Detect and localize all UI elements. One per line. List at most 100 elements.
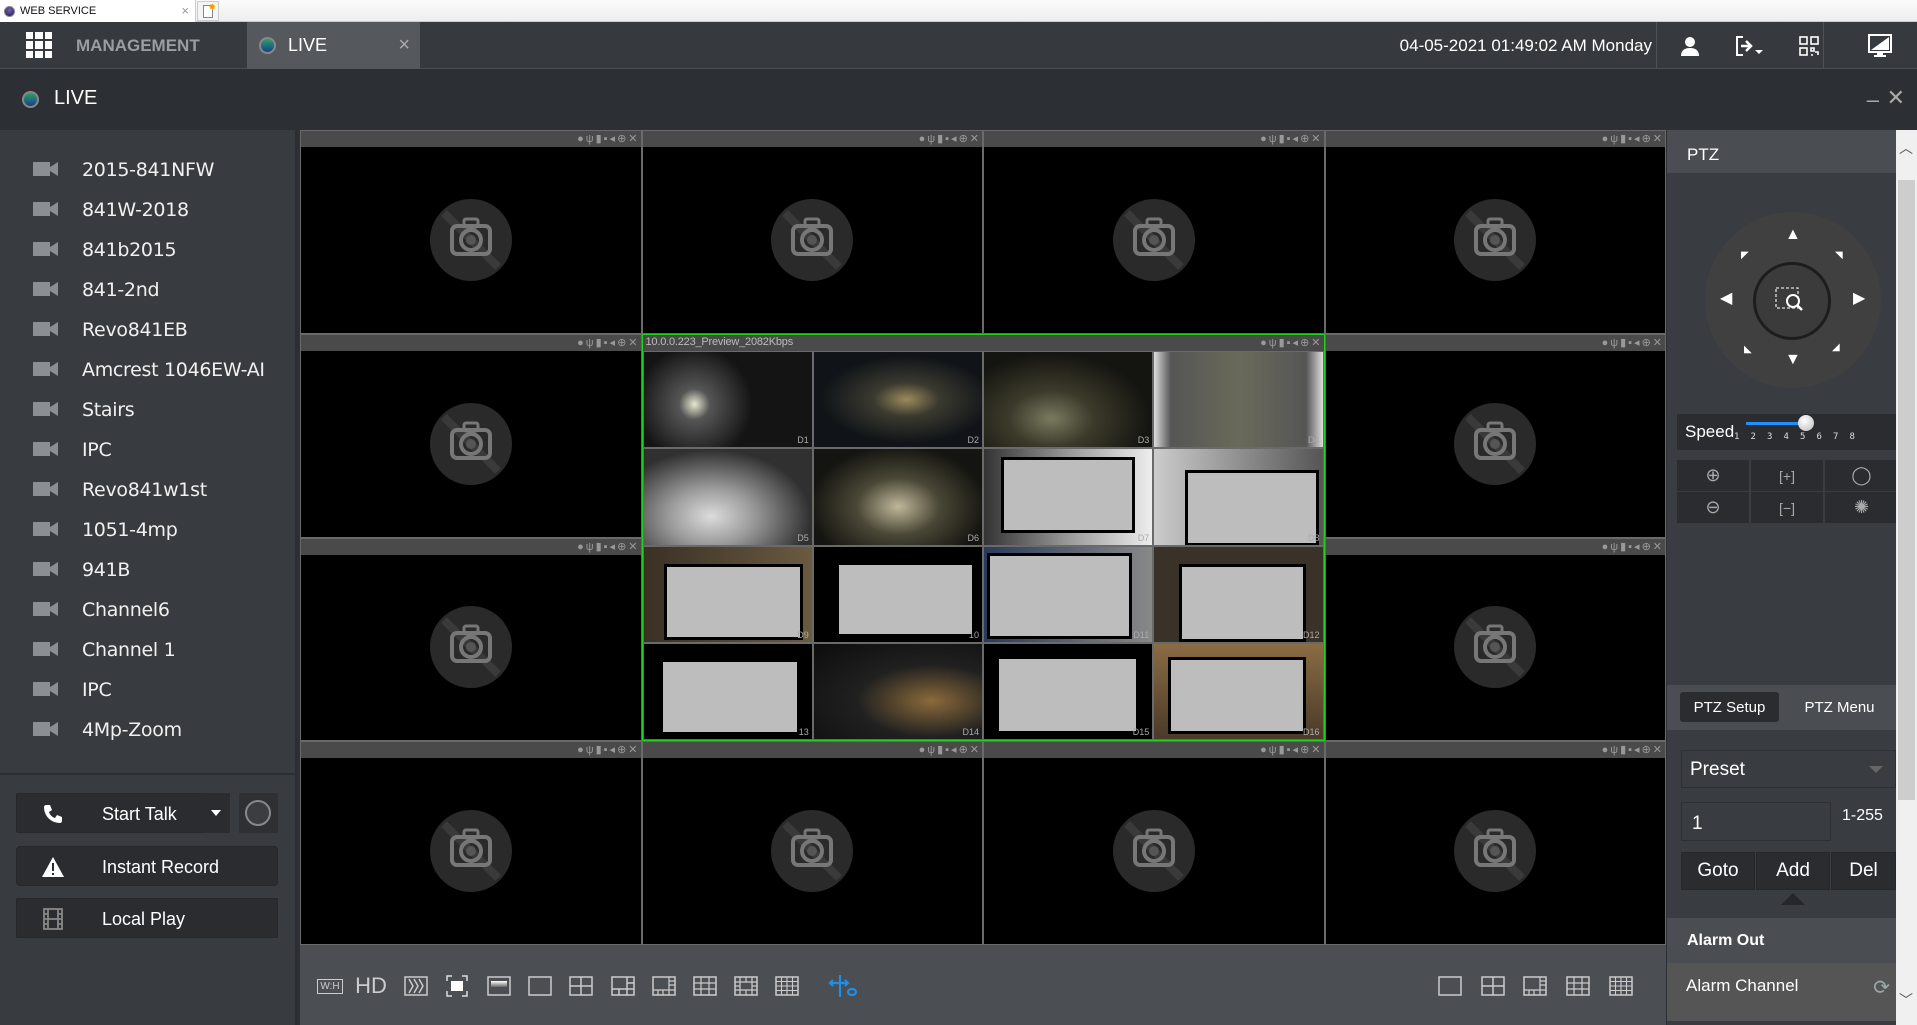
- eye-icon[interactable]: ●: [1260, 132, 1267, 146]
- close-icon[interactable]: ✕: [628, 540, 637, 554]
- split-4-button[interactable]: [569, 975, 593, 997]
- del-button[interactable]: Del: [1831, 852, 1896, 890]
- close-icon[interactable]: ✕: [628, 743, 637, 757]
- browser-tab[interactable]: WEB SERVICE ×: [0, 0, 196, 22]
- close-icon[interactable]: ✕: [970, 743, 979, 757]
- video-cell[interactable]: ● ψ ▮ ▪ ◂ ⊕ ✕: [1324, 537, 1666, 742]
- eye-icon[interactable]: ●: [577, 743, 584, 757]
- snapshot-icon[interactable]: ▪: [1628, 132, 1632, 146]
- ptz-3d-zoom-button[interactable]: [1753, 262, 1831, 340]
- right-split-1-button[interactable]: [1438, 975, 1462, 997]
- refresh-icon[interactable]: ⟳: [1873, 975, 1890, 1000]
- live-tab[interactable]: LIVE ×: [247, 22, 420, 69]
- camera-feed[interactable]: D3: [983, 350, 1154, 449]
- audio-icon[interactable]: ◂: [1293, 132, 1299, 146]
- camera-feed[interactable]: D16: [1153, 642, 1324, 741]
- camera-feed[interactable]: D15: [983, 642, 1154, 741]
- zoom-icon[interactable]: ⊕: [959, 743, 968, 757]
- snapshot-icon[interactable]: ▪: [604, 540, 608, 554]
- active-video-cell[interactable]: 10.0.0.223_Preview_2082Kbps ● ψ ▮ ▪ ◂ ⊕ ✕ D1 D2 D3…: [641, 333, 1325, 742]
- mic-icon[interactable]: ψ: [1610, 743, 1618, 757]
- close-icon[interactable]: ✕: [1653, 743, 1662, 757]
- camera-list-item[interactable]: Revo841EB: [0, 310, 295, 350]
- mic-icon[interactable]: ψ: [1269, 743, 1277, 757]
- split-16-button[interactable]: [775, 975, 799, 997]
- video-cell[interactable]: ● ψ ▮ ▪ ◂ ⊕ ✕: [300, 130, 642, 334]
- fullscreen-monitor-icon[interactable]: [1867, 33, 1893, 59]
- video-cell[interactable]: ● ψ ▮ ▪ ◂ ⊕ ✕: [300, 537, 642, 742]
- speed-track[interactable]: [1746, 422, 1804, 425]
- close-icon[interactable]: ✕: [1653, 132, 1662, 146]
- eye-icon[interactable]: ●: [1602, 336, 1609, 350]
- minimize-button[interactable]: –: [1867, 87, 1879, 113]
- speed-tick[interactable]: 5: [1800, 432, 1805, 442]
- snapshot-icon[interactable]: ▪: [604, 743, 608, 757]
- record-icon[interactable]: ▮: [937, 132, 943, 146]
- zoom-icon[interactable]: ⊕: [1642, 336, 1651, 350]
- eye-icon[interactable]: ●: [1260, 336, 1267, 350]
- record-icon[interactable]: ▮: [1620, 336, 1626, 350]
- zoom-icon[interactable]: ⊕: [617, 743, 626, 757]
- camera-list-item[interactable]: 4Mp-Zoom: [0, 710, 295, 750]
- audio-icon[interactable]: ◂: [1634, 336, 1640, 350]
- speed-slider-handle[interactable]: [1798, 415, 1814, 431]
- video-cell[interactable]: ● ψ ▮ ▪ ◂ ⊕ ✕: [983, 741, 1325, 945]
- logout-icon[interactable]: [1734, 33, 1766, 59]
- camera-feed[interactable]: D8: [1153, 448, 1324, 546]
- split-6-button[interactable]: [611, 975, 635, 997]
- mic-icon[interactable]: ψ: [586, 336, 594, 350]
- camera-list-item[interactable]: 1051-4mp: [0, 510, 295, 550]
- camera-feed[interactable]: D5: [642, 448, 813, 546]
- camera-list-item[interactable]: 2015-841NFW: [0, 150, 295, 190]
- audio-icon[interactable]: ◂: [1293, 336, 1299, 350]
- hd-button[interactable]: HD: [355, 973, 387, 998]
- video-cell[interactable]: ● ψ ▮ ▪ ◂ ⊕ ✕: [1324, 741, 1666, 945]
- video-cell[interactable]: ● ψ ▮ ▪ ◂ ⊕ ✕: [300, 741, 642, 945]
- camera-feed[interactable]: D2: [812, 350, 983, 449]
- window-mode-button[interactable]: [487, 975, 511, 997]
- mic-icon[interactable]: ψ: [1269, 132, 1277, 146]
- app-grid-icon[interactable]: [26, 32, 52, 58]
- camera-feed[interactable]: 13: [642, 642, 813, 741]
- management-tab[interactable]: MANAGEMENT: [76, 22, 200, 69]
- audio-icon[interactable]: ◂: [1634, 540, 1640, 554]
- audio-icon[interactable]: ◂: [610, 336, 616, 350]
- close-button[interactable]: ✕: [1887, 85, 1905, 111]
- mic-icon[interactable]: ψ: [1610, 132, 1618, 146]
- zoom-icon[interactable]: ⊕: [1300, 132, 1309, 146]
- talk-dropdown-button[interactable]: [202, 793, 230, 833]
- speed-tick[interactable]: 3: [1767, 432, 1772, 442]
- zoom-icon[interactable]: ⊕: [959, 132, 968, 146]
- split-1-button[interactable]: [528, 975, 552, 997]
- camera-list-item[interactable]: 841-2nd: [0, 270, 295, 310]
- eye-icon[interactable]: ●: [919, 743, 926, 757]
- camera-list-item[interactable]: IPC: [0, 430, 295, 470]
- fullscreen-button[interactable]: [446, 975, 468, 997]
- record-icon[interactable]: ▮: [596, 743, 602, 757]
- zoom-icon[interactable]: ⊕: [617, 132, 626, 146]
- ptz-right-icon[interactable]: ▶: [1853, 291, 1865, 307]
- camera-list-item[interactable]: Revo841w1st: [0, 470, 295, 510]
- snapshot-icon[interactable]: ▪: [1287, 132, 1291, 146]
- record-icon[interactable]: ▮: [1620, 743, 1626, 757]
- mic-icon[interactable]: ψ: [1269, 336, 1277, 350]
- ptz-down-icon[interactable]: ▼: [1785, 352, 1801, 368]
- close-icon[interactable]: ✕: [1653, 336, 1662, 350]
- audio-icon[interactable]: ◂: [610, 540, 616, 554]
- speed-tick[interactable]: 8: [1850, 432, 1855, 442]
- scroll-down-icon[interactable]: ﹀: [1899, 990, 1913, 1010]
- snapshot-icon[interactable]: ▪: [604, 132, 608, 146]
- mic-icon[interactable]: ψ: [586, 743, 594, 757]
- audio-icon[interactable]: ◂: [610, 743, 616, 757]
- add-button[interactable]: Add: [1756, 852, 1830, 890]
- iris-open-button[interactable]: ◯: [1825, 460, 1898, 491]
- right-split-9-button[interactable]: [1566, 975, 1590, 997]
- zoom-icon[interactable]: ⊕: [1300, 743, 1309, 757]
- zoom-out-button[interactable]: ⊖: [1677, 492, 1750, 523]
- instant-record-button[interactable]: Instant Record: [16, 846, 278, 886]
- collapse-arrow-icon[interactable]: [1781, 893, 1805, 905]
- preset-number-input[interactable]: 1: [1681, 802, 1831, 841]
- goto-button[interactable]: Goto: [1681, 852, 1755, 890]
- new-tab-button[interactable]: ✸: [197, 1, 219, 21]
- ptz-up-right-icon[interactable]: ◥: [1835, 248, 1843, 264]
